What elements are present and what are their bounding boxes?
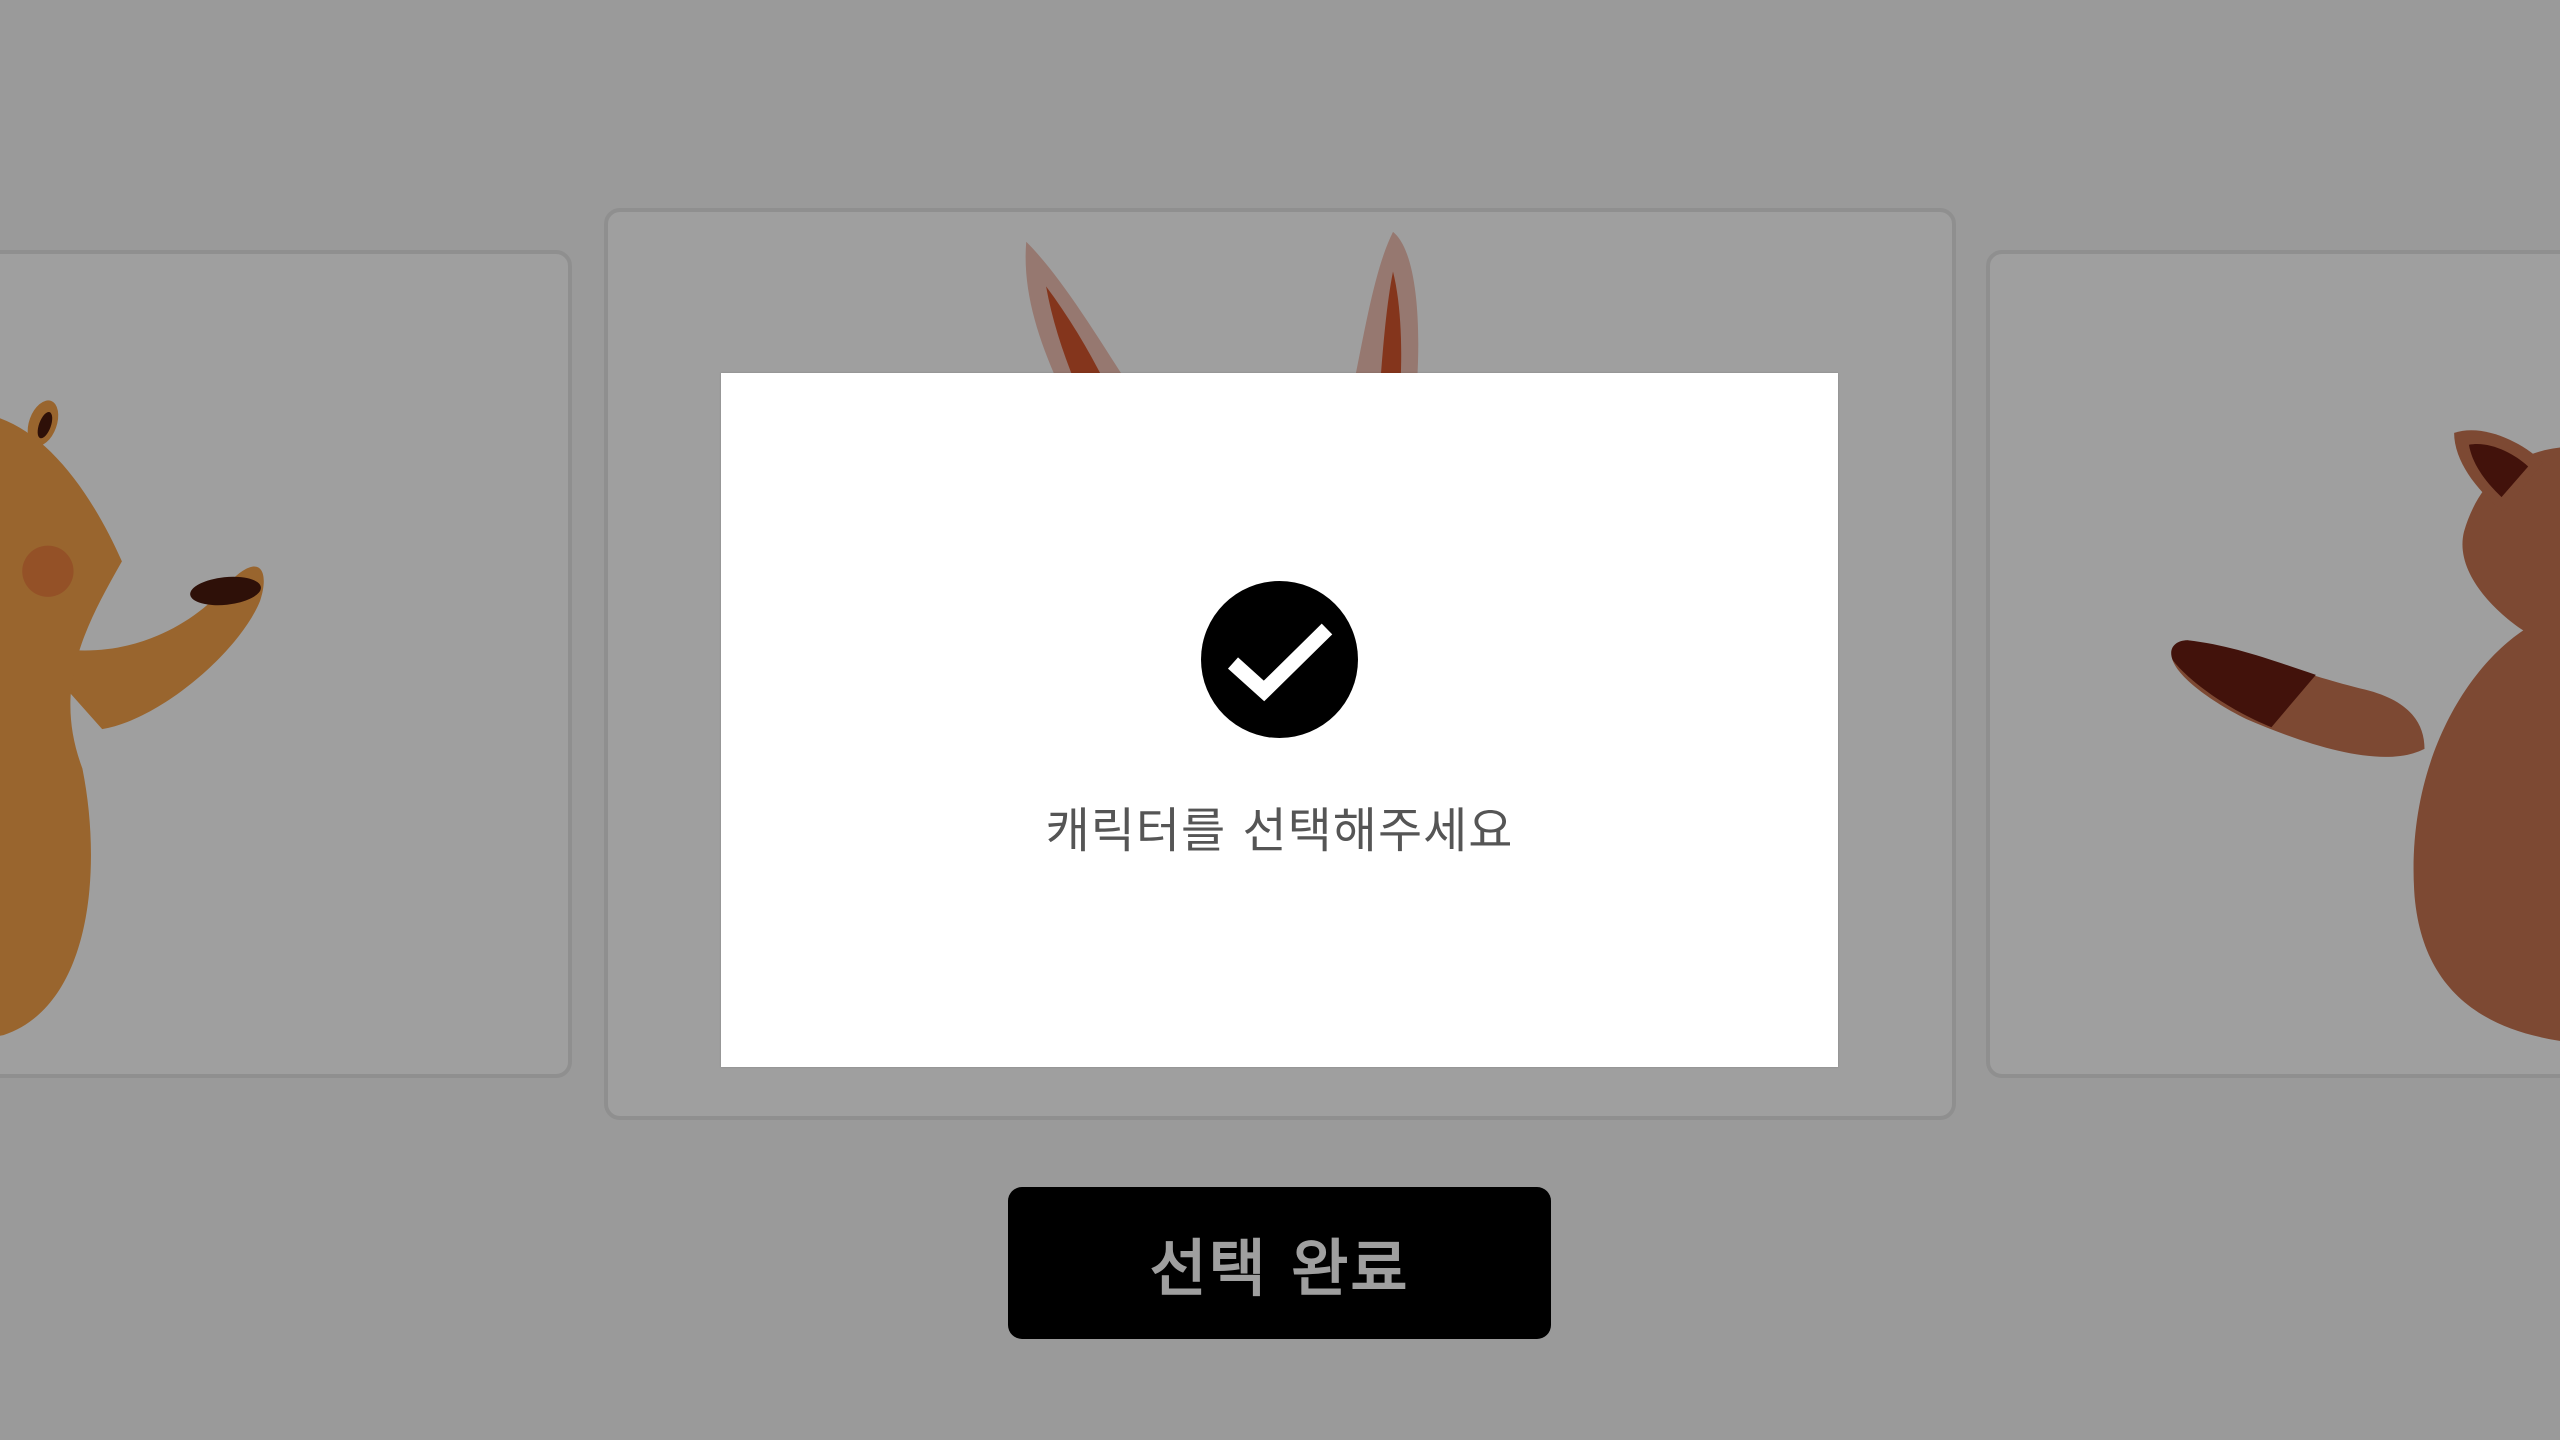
check-circle-icon (1201, 581, 1358, 738)
alert-modal[interactable]: 캐릭터를 선택해주세요 (721, 373, 1838, 1067)
modal-message: 캐릭터를 선택해주세요 (1045, 803, 1514, 859)
